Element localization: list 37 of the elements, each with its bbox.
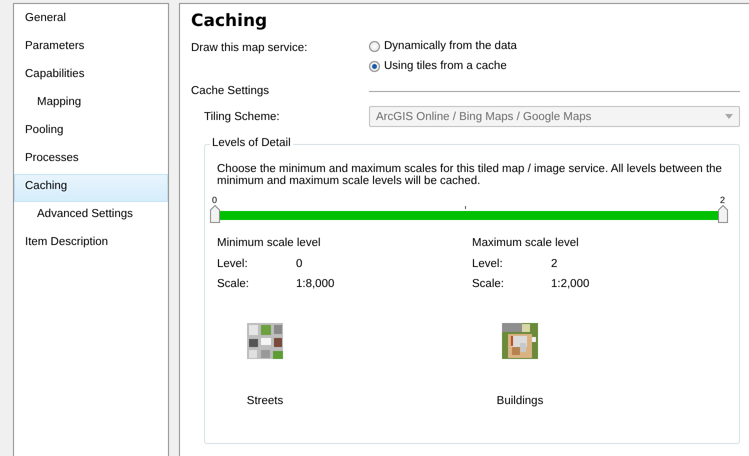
description-text: Choose the minimum and maximum scales for this tiled map / image service. All levels between the minimum and maximum scale levels will be cached. [217,163,723,187]
page-title: Caching [191,11,268,31]
sidebar-item[interactable]: Capabilities [14,62,168,90]
column-heading: Maximum scale level [472,237,580,251]
field-value: 0 [296,258,302,272]
tick-mark [465,206,466,209]
radio-button[interactable] [369,60,380,72]
sidebar-item[interactable]: Mapping [14,90,168,118]
sidebar-item[interactable]: Item Description [14,230,168,258]
sidebar-item[interactable]: Parameters [14,34,168,62]
sidebar-item[interactable]: Processes [14,146,168,174]
dropdown-arrow-icon [725,114,733,119]
tick-label: 2 [720,195,725,205]
field-value: 1:8,000 [296,278,334,292]
sidebar-item[interactable]: Pooling [14,118,168,146]
sidebar-item[interactable]: General [14,6,168,34]
radio-label[interactable]: Using tiles from a cache [384,60,507,72]
radio-button[interactable] [369,40,380,52]
sidebar-item[interactable]: Advanced Settings [14,202,168,230]
field-label: Draw this map service: [191,41,308,56]
tick-label: 0 [212,195,218,205]
field-label: Level: [217,258,249,272]
field-label: Level: [472,258,504,272]
field-value: 2 [551,258,558,272]
picture-caption: Buildings [496,395,544,407]
radio-label[interactable]: Dynamically from the data [384,40,517,52]
picture-caption: Streets [246,395,284,407]
field-label: Tiling Scheme: [204,110,281,122]
column-heading: Minimum scale level [217,237,322,251]
field-label: Scale: [472,278,505,292]
sidebar-item[interactable]: Caching [14,174,168,202]
slider-thumb[interactable] [718,205,728,223]
slider-thumb[interactable] [210,205,220,223]
section-heading: Cache Settings [191,85,270,97]
group-title: Levels of Detail [210,137,293,149]
field-value: 1:2,000 [551,278,590,292]
field-label: Scale: [217,278,250,292]
